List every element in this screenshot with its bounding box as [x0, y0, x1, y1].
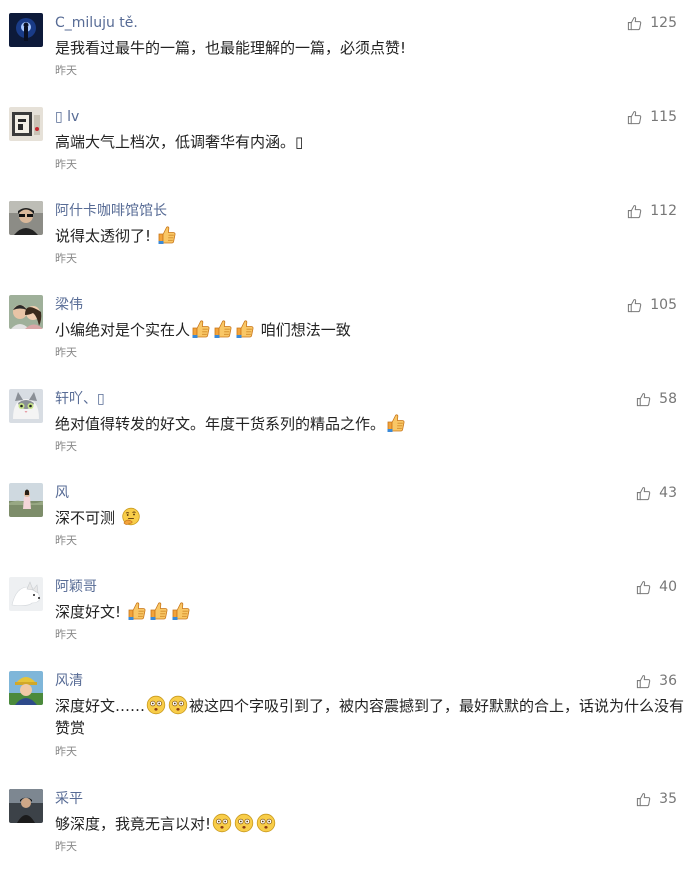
commenter-name[interactable]: 风清 — [55, 671, 83, 691]
comment-item: 风清 深度好文…… 被这四个字吸引到了，被内容震撼到了，最好默默的合上，话说为什么… — [0, 658, 699, 776]
comment-time: 昨天 — [55, 840, 77, 853]
commenter-name[interactable]: 轩吖、▯ — [55, 389, 105, 409]
comment-text: 小编绝对是个实在人 咱们想法一致 — [55, 319, 351, 339]
like-button[interactable]: 105 — [627, 295, 677, 315]
thumbs-up-emoji-icon — [171, 601, 191, 621]
like-button[interactable]: 36 — [636, 671, 677, 691]
comment-text: 深度好文! — [55, 601, 685, 623]
avatar[interactable] — [9, 577, 43, 611]
comment-item: 采平 够深度，我竟无言以对! 昨天 35 — [0, 776, 699, 870]
thumbs-up-emoji-icon — [213, 319, 233, 339]
like-button[interactable]: 40 — [636, 577, 677, 597]
comment-item: C_miluju tě. 是我看过最牛的一篇，也最能理解的一篇，必须点赞! 昨天… — [0, 0, 699, 94]
like-count: 58 — [659, 391, 677, 407]
thumbs-up-icon — [627, 298, 642, 313]
commenter-name[interactable]: 风 — [55, 483, 69, 503]
comment-time: 昨天 — [55, 252, 77, 265]
like-button[interactable]: 43 — [636, 483, 677, 503]
comment-time: 昨天 — [55, 534, 77, 547]
like-count: 115 — [650, 109, 677, 125]
avatar[interactable] — [9, 295, 43, 329]
comment-time: 昨天 — [55, 440, 77, 453]
comment-text: 高端大气上档次，低调奢华有内涵。▯ — [55, 133, 304, 151]
thumbs-up-emoji-icon — [157, 225, 177, 245]
thinking-face-emoji-icon — [121, 507, 141, 527]
comment-item: 阿颖哥 深度好文! 昨天 40 — [0, 564, 699, 658]
thumbs-up-emoji-icon — [386, 413, 406, 433]
like-button[interactable]: 125 — [627, 13, 677, 33]
like-button[interactable]: 35 — [636, 789, 677, 809]
thumbs-up-emoji-icon — [191, 319, 211, 339]
dizzy-face-emoji-icon — [168, 695, 188, 715]
thumbs-up-icon — [636, 392, 651, 407]
commenter-name[interactable]: 阿颖哥 — [55, 577, 97, 597]
avatar[interactable] — [9, 13, 43, 47]
avatar[interactable] — [9, 483, 43, 517]
like-button[interactable]: 112 — [627, 201, 677, 221]
avatar[interactable] — [9, 201, 43, 235]
like-count: 125 — [650, 15, 677, 31]
comment-item: 阿什卡咖啡馆馆长 说得太透彻了! 昨天 112 — [0, 188, 699, 282]
thumbs-up-icon — [636, 580, 651, 595]
comment-text: 深度好文…… 被这四个字吸引到了，被内容震撼到了，最好默默的合上，话说为什么没有赞… — [55, 695, 685, 737]
thumbs-up-icon — [627, 204, 642, 219]
comment-time: 昨天 — [55, 346, 77, 359]
thumbs-up-icon — [627, 110, 642, 125]
comment-item: 风 深不可测 昨天 43 — [0, 470, 699, 564]
thumbs-up-emoji-icon — [127, 601, 147, 621]
comment-text: 绝对值得转发的好文。年度干货系列的精品之作。 — [55, 413, 685, 435]
comment-list: C_miluju tě. 是我看过最牛的一篇，也最能理解的一篇，必须点赞! 昨天… — [0, 0, 699, 870]
like-count: 112 — [650, 203, 677, 219]
comment-time: 昨天 — [55, 158, 77, 171]
thumbs-up-emoji-icon — [235, 319, 255, 339]
comment-time: 昨天 — [55, 745, 77, 758]
like-count: 105 — [650, 297, 677, 313]
comment-time: 昨天 — [55, 64, 77, 77]
thumbs-up-emoji-icon — [149, 601, 169, 621]
thumbs-up-icon — [627, 16, 642, 31]
like-count: 43 — [659, 485, 677, 501]
like-count: 40 — [659, 579, 677, 595]
commenter-name[interactable]: 阿什卡咖啡馆馆长 — [55, 201, 167, 221]
avatar[interactable] — [9, 671, 43, 705]
commenter-name[interactable]: 采平 — [55, 789, 83, 809]
thumbs-up-icon — [636, 486, 651, 501]
like-button[interactable]: 58 — [636, 389, 677, 409]
comment-item: 梁伟 小编绝对是个实在人 咱们想法一致 昨天 105 — [0, 282, 699, 376]
dizzy-face-emoji-icon — [256, 813, 276, 833]
avatar[interactable] — [9, 389, 43, 423]
comment-text: 是我看过最牛的一篇，也最能理解的一篇，必须点赞! — [55, 39, 407, 57]
commenter-name[interactable]: C_miluju tě. — [55, 13, 138, 33]
commenter-name[interactable]: ▯ lv — [55, 107, 79, 127]
avatar[interactable] — [9, 789, 43, 823]
comment-text: 深不可测 — [55, 507, 685, 529]
dizzy-face-emoji-icon — [146, 695, 166, 715]
like-count: 35 — [659, 791, 677, 807]
like-count: 36 — [659, 673, 677, 689]
comment-time: 昨天 — [55, 628, 77, 641]
comment-text: 说得太透彻了! — [55, 225, 685, 247]
thumbs-up-icon — [636, 792, 651, 807]
like-button[interactable]: 115 — [627, 107, 677, 127]
thumbs-up-icon — [636, 674, 651, 689]
comment-text: 够深度，我竟无言以对! — [55, 813, 685, 835]
commenter-name[interactable]: 梁伟 — [55, 295, 83, 315]
dizzy-face-emoji-icon — [212, 813, 232, 833]
comment-item: ▯ lv 高端大气上档次，低调奢华有内涵。▯ 昨天 115 — [0, 94, 699, 188]
avatar[interactable] — [9, 107, 43, 141]
dizzy-face-emoji-icon — [234, 813, 254, 833]
comment-item: 轩吖、▯ 绝对值得转发的好文。年度干货系列的精品之作。 昨天 58 — [0, 376, 699, 470]
